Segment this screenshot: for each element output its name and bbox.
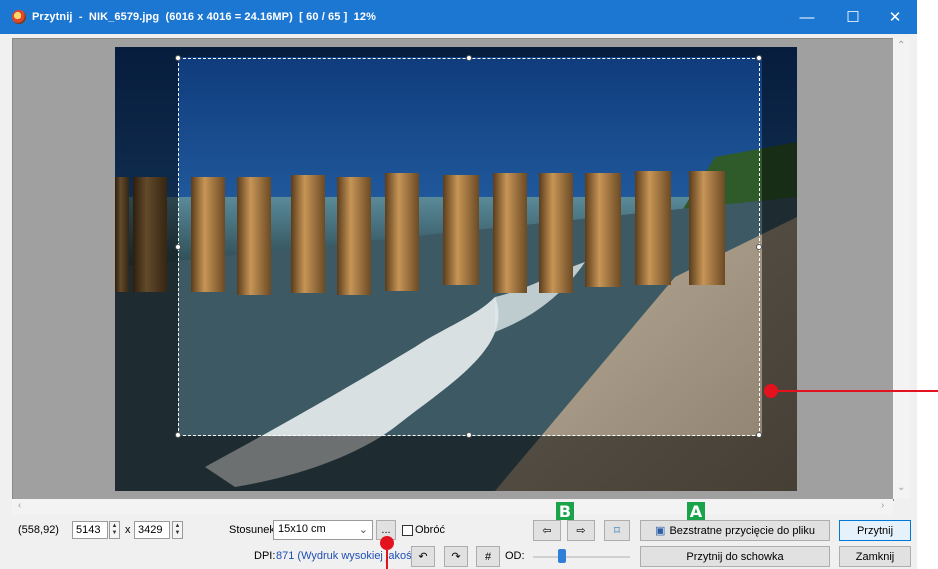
width-input[interactable]: 5143 <box>72 521 108 539</box>
rotate-right-icon: ↷ <box>451 551 461 563</box>
od-slider-thumb[interactable] <box>558 549 567 563</box>
rotate-checkbox[interactable] <box>402 525 413 536</box>
annotation-marker-a: A <box>687 502 705 521</box>
crop-selection[interactable] <box>175 55 762 438</box>
crop-handle-top-right[interactable] <box>756 55 762 61</box>
maximize-button[interactable]: ☐ <box>831 0 875 34</box>
crop-handle-bottom-left[interactable] <box>175 432 181 438</box>
od-label: OD: <box>505 550 525 562</box>
crop-handle-right[interactable] <box>756 244 762 250</box>
rotate-left-icon: ↶ <box>418 551 428 563</box>
dpi-label: DPI: <box>254 550 276 562</box>
fit-frame-icon: ⌑ <box>614 525 620 537</box>
ratio-select[interactable]: 15x10 cm ⌄ <box>273 520 373 540</box>
rotate-label: Obróć <box>415 524 445 536</box>
crop-to-clipboard-button[interactable]: Przytnij do schowka <box>640 546 830 567</box>
chevron-down-icon: ⌄ <box>358 524 368 536</box>
annotation-dot-right <box>764 384 778 398</box>
image-viewport[interactable] <box>12 38 894 501</box>
title-bar: Przytnij - NIK_6579.jpg (6016 x 4016 = 2… <box>0 0 917 34</box>
crop-handle-bottom[interactable] <box>466 432 472 438</box>
app-icon <box>12 10 26 24</box>
next-arrow-button[interactable]: ⇨ <box>567 520 595 541</box>
lossless-crop-button[interactable]: ▣ Bezstratne przycięcie do pliku <box>640 520 830 541</box>
width-spinner[interactable]: ▲ ▼ <box>109 521 120 539</box>
times-sign: x <box>125 524 131 536</box>
rotate-left-button[interactable]: ↶ <box>411 546 435 567</box>
scroll-left-icon[interactable]: ‹ <box>18 500 21 511</box>
od-slider-track[interactable] <box>533 556 630 558</box>
grid-icon: # <box>484 550 492 563</box>
crop-handle-bottom-right[interactable] <box>756 432 762 438</box>
height-spinner[interactable]: ▲ ▼ <box>172 521 183 539</box>
arrow-left-icon: ⇦ <box>542 525 552 537</box>
ratio-label: Stosunek: <box>229 524 278 536</box>
crop-handle-left[interactable] <box>175 244 181 250</box>
crop-handle-top-left[interactable] <box>175 55 181 61</box>
horizontal-scrollbar[interactable]: ‹ › <box>12 499 893 515</box>
close-button[interactable]: Zamknij <box>839 546 911 567</box>
save-disk-icon: ▣ <box>655 525 666 537</box>
crop-handle-top[interactable] <box>466 55 472 61</box>
scroll-right-icon[interactable]: › <box>881 500 884 511</box>
scroll-down-icon[interactable]: ⌄ <box>897 482 905 493</box>
dpi-value: 871 (Wydruk wysokiej jakości) <box>276 550 424 562</box>
rotate-right-button[interactable]: ↷ <box>444 546 468 567</box>
crop-button[interactable]: Przytnij <box>839 520 911 541</box>
scroll-up-icon[interactable]: ⌃ <box>897 40 905 51</box>
prev-arrow-button[interactable]: ⇦ <box>533 520 561 541</box>
arrow-right-icon: ⇨ <box>576 525 586 537</box>
close-window-button[interactable]: ✕ <box>873 0 917 34</box>
ratio-value: 15x10 cm <box>278 523 326 535</box>
background-strip <box>917 0 938 569</box>
annotation-marker-b: B <box>556 502 574 521</box>
annotation-line-right <box>778 390 938 392</box>
fit-selection-button[interactable]: ⌑ <box>604 520 630 541</box>
window-title: Przytnij - NIK_6579.jpg (6016 x 4016 = 2… <box>32 11 376 23</box>
lossless-crop-label: Bezstratne przycięcie do pliku <box>669 524 815 537</box>
cursor-coords: (558,92) <box>18 524 59 536</box>
grid-button[interactable]: # <box>476 546 500 567</box>
annotation-line-bottom <box>386 550 388 569</box>
vertical-scrollbar[interactable]: ⌃ ⌄ <box>893 38 910 499</box>
annotation-dot-bottom <box>380 536 394 550</box>
minimize-button[interactable]: — <box>785 0 829 34</box>
height-input[interactable]: 3429 <box>134 521 170 539</box>
